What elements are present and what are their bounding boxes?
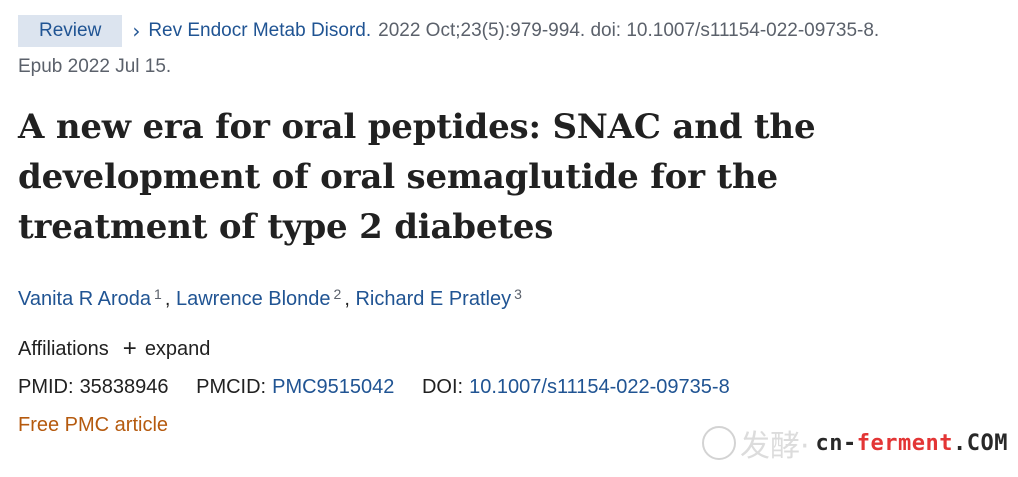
watermark-cn-text: 发酵· xyxy=(740,429,810,464)
article-header: Review › Rev Endocr Metab Disord. 2022 O… xyxy=(18,14,1008,439)
citation-text: 2022 Oct;23(5):979-994. doi: 10.1007/s11… xyxy=(378,20,880,41)
pmcid-label: PMCID: xyxy=(196,376,267,398)
watermark-text: cn-ferment.COM xyxy=(815,430,1008,456)
affiliations-toggle[interactable]: Affiliations + expand xyxy=(18,335,1008,363)
author-link[interactable]: Vanita R Aroda xyxy=(18,288,151,310)
pmid-value: 35838946 xyxy=(79,376,169,398)
authors-list: Vanita R Aroda 1, Lawrence Blonde 2, Richa… xyxy=(18,286,522,310)
pmid-label: PMID: xyxy=(18,376,74,398)
affiliations-label: Affiliations xyxy=(18,338,109,360)
publication-type-badge: Review xyxy=(18,15,123,47)
journal-link[interactable]: Rev Endocr Metab Disord. xyxy=(148,14,371,48)
expand-button[interactable]: expand xyxy=(145,335,211,363)
article-title: A new era for oral peptides: SNAC and th… xyxy=(18,107,816,247)
watermark: 发酵· cn-ferment.COM xyxy=(702,421,1008,465)
epub-date: Epub 2022 Jul 15. xyxy=(18,56,172,77)
affiliation-ref[interactable]: 3 xyxy=(514,286,522,302)
citation-line: Review › Rev Endocr Metab Disord. 2022 O… xyxy=(18,14,1008,48)
watermark-logo-icon xyxy=(702,426,736,460)
doi-label: DOI: xyxy=(421,376,464,398)
doi-link[interactable]: 10.1007/s11154-022-09735-8 xyxy=(469,376,730,398)
affiliation-ref[interactable]: 2 xyxy=(334,286,342,302)
plus-icon[interactable]: + xyxy=(123,335,137,363)
author-link[interactable]: Richard E Pratley xyxy=(355,288,511,310)
chevron-right-icon[interactable]: › xyxy=(132,14,140,48)
identifiers: PMID: 35838946 PMCID: PMC9515042 DOI: 10.10… xyxy=(18,373,1008,401)
affiliation-ref[interactable]: 1 xyxy=(154,286,162,302)
pmcid-link[interactable]: PMC9515042 xyxy=(272,376,394,398)
author-link[interactable]: Lawrence Blonde xyxy=(176,288,331,310)
